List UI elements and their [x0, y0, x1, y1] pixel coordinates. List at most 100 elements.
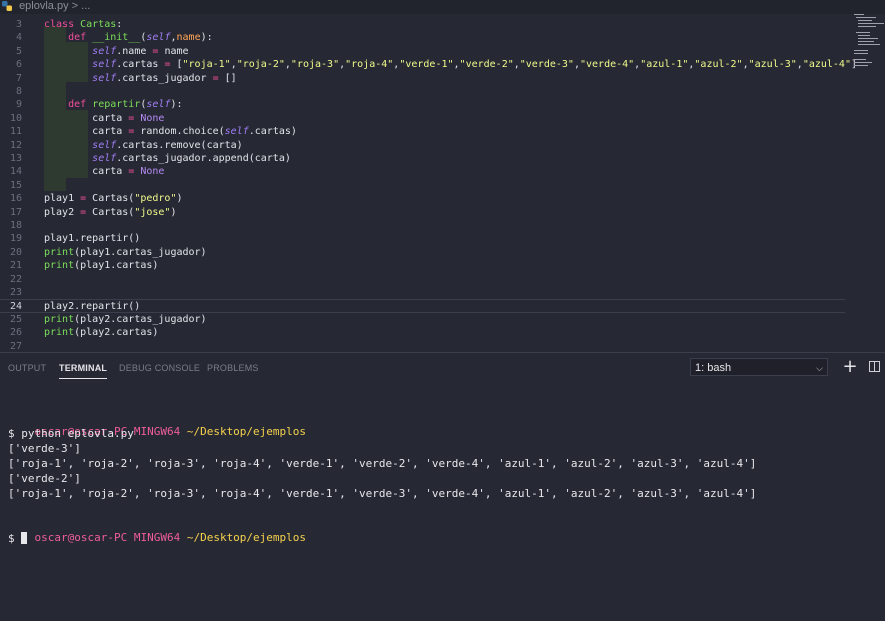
minimap[interactable]: [852, 14, 884, 74]
code-text: print(play1.cartas_jugador): [44, 246, 207, 259]
breadcrumb-more[interactable]: ...: [81, 0, 90, 12]
tab-debug-console[interactable]: DEBUG CONSOLE: [119, 363, 200, 373]
code-line[interactable]: 6 self.cartas = ["roja-1","roja-2","roja…: [0, 58, 857, 71]
code-token: ): [176, 193, 183, 205]
code-line[interactable]: 10 carta = None: [0, 112, 845, 125]
code-line[interactable]: 4 def __init__(self,name):: [0, 31, 845, 44]
code-editor[interactable]: 3 class Cartas: 4 def __init__(self,name):…: [0, 14, 885, 352]
breadcrumb-file[interactable]: eplovla.py: [19, 0, 69, 12]
code-token: Cartas: [80, 19, 117, 30]
tab-problems[interactable]: PROBLEMS: [207, 363, 259, 373]
code-token: "verde-3": [519, 59, 574, 71]
code-token: carta: [44, 126, 129, 138]
code-token: carta: [44, 112, 129, 124]
prompt-path: ~/Desktop/ejemplos: [186, 425, 307, 438]
code-token: "azul-2": [694, 59, 743, 71]
code-text: print(play2.cartas_jugador): [44, 313, 207, 326]
breadcrumb[interactable]: eplovla.py > ...: [0, 0, 885, 14]
code-text: self.name = name: [44, 45, 189, 58]
code-text: self.cartas.remove(carta): [44, 139, 243, 152]
prompt-host: MINGW64: [133, 531, 181, 544]
code-line[interactable]: 3 class Cartas:: [0, 18, 845, 31]
new-terminal-button[interactable]: +: [842, 358, 858, 376]
code-line[interactable]: 18: [0, 219, 845, 232]
line-number: 23: [9, 287, 22, 298]
code-line[interactable]: 15: [0, 179, 845, 192]
breadcrumb-separator: >: [71, 0, 79, 12]
code-token: (play2.cartas): [74, 327, 159, 339]
code-line[interactable]: 11 carta = random.choice(self.cartas): [0, 125, 845, 138]
code-token: "roja-4": [345, 59, 394, 71]
code-line[interactable]: 20 print(play1.cartas_jugador): [0, 246, 845, 259]
code-text: play2 = Cartas("jose"): [44, 206, 176, 219]
prompt-user: oscar@oscar-PC: [34, 531, 128, 544]
code-token: def: [68, 99, 93, 111]
code-token: def: [68, 32, 93, 44]
code-text: carta = None: [44, 165, 164, 178]
code-token: .cartas: [116, 59, 165, 71]
code-text: def repartir(self):: [44, 98, 182, 111]
code-line[interactable]: 23: [0, 286, 845, 299]
terminal-select[interactable]: 1: bash ⌵: [690, 358, 828, 376]
code-token: "roja-2": [236, 59, 285, 71]
code-token: (play1.cartas): [74, 260, 159, 272]
tab-output[interactable]: OUTPUT: [8, 363, 46, 373]
code-token: .cartas.remove(carta): [116, 139, 243, 151]
code-line[interactable]: 27: [0, 340, 845, 352]
code-token: "jose": [134, 206, 171, 218]
code-line[interactable]: 7 self.cartas_jugador = []: [0, 72, 845, 85]
output-line: ['roja-1', 'roja-2', 'roja-3', 'roja-4',…: [8, 457, 757, 470]
code-line[interactable]: 9 def repartir(self):: [0, 98, 845, 111]
line-number: 13: [9, 153, 22, 164]
terminal-cursor: [21, 532, 28, 544]
code-line[interactable]: 16 play1 = Cartas("pedro"): [0, 192, 845, 205]
code-text: play2.repartir(): [44, 300, 140, 313]
line-number: 11: [9, 126, 22, 138]
code-line[interactable]: 25 print(play2.cartas_jugador): [0, 313, 845, 326]
tab-terminal[interactable]: TERMINAL: [59, 363, 108, 379]
code-line[interactable]: 12 self.cartas.remove(carta): [0, 139, 845, 152]
code-line[interactable]: 8: [0, 85, 845, 98]
final-prompt-line[interactable]: $: [8, 531, 28, 546]
code-text: self.cartas_jugador = []: [44, 72, 237, 85]
line-number: 5: [15, 45, 22, 57]
code-token: print: [44, 327, 75, 339]
code-line[interactable]: 5 self.name = name: [0, 45, 845, 58]
code-text: class Cartas:: [44, 18, 122, 31]
code-token: class: [44, 19, 81, 30]
code-line[interactable]: 21 print(play1.cartas): [0, 259, 845, 272]
code-token: ):: [200, 32, 213, 44]
line-number: 3: [15, 19, 22, 30]
code-token: self: [146, 99, 171, 111]
code-line[interactable]: 19 play1.repartir(): [0, 232, 845, 245]
code-token: "verde-1": [399, 59, 454, 71]
terminal-output[interactable]: oscar@oscar-PC MINGW64 ~/Desktop/ejemplo…: [8, 384, 878, 614]
code-token: self: [146, 32, 171, 44]
code-token: .cartas_jugador: [116, 72, 213, 84]
code-text: print(play1.cartas): [44, 259, 158, 272]
code-token: (play2.cartas_jugador): [74, 313, 207, 325]
prompt-line-1: oscar@oscar-PC MINGW64 ~/Desktop/ejemplo…: [8, 409, 307, 438]
code-token: repartir: [92, 99, 141, 111]
code-line[interactable]: 22: [0, 273, 845, 286]
code-token: self: [92, 139, 117, 151]
code-line[interactable]: 14 carta = None: [0, 165, 845, 178]
code-line[interactable]: 17 play2 = Cartas("jose"): [0, 206, 845, 219]
code-token: random.choice(: [134, 126, 225, 138]
line-number: 17: [9, 206, 22, 218]
chevron-down-icon: ⌵: [816, 363, 823, 373]
code-token: None: [140, 112, 165, 124]
code-token: name: [158, 45, 189, 57]
code-line[interactable]: 13 self.cartas_jugador.append(carta): [0, 152, 845, 165]
split-terminal-icon[interactable]: [869, 361, 880, 372]
code-line[interactable]: 26 print(play2.cartas): [0, 326, 845, 339]
line-number: 26: [9, 327, 22, 339]
code-line[interactable]: 24 play2.repartir(): [0, 299, 845, 313]
line-number: 14: [9, 166, 22, 178]
code-text: self.cartas = ["roja-1","roja-2","roja-3…: [44, 58, 857, 71]
code-token: play1.repartir(): [44, 233, 141, 245]
line-number: 10: [9, 112, 22, 124]
